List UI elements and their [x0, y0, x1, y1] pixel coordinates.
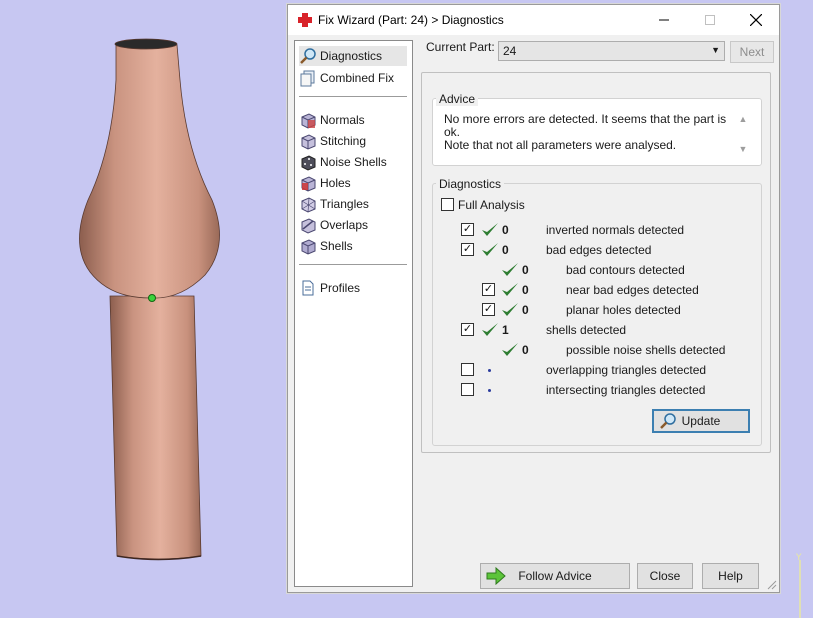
nav-item-normals[interactable]: Normals	[299, 110, 407, 130]
wizard-nav: Diagnostics Combined Fix Normals Stitchi…	[294, 40, 413, 587]
window-title: Fix Wizard (Part: 24) > Diagnostics	[318, 13, 504, 27]
triangles-icon	[301, 197, 316, 213]
nav-item-noise-shells[interactable]: Noise Shells	[299, 152, 407, 172]
full-analysis-label: Full Analysis	[458, 198, 525, 212]
advice-title: Advice	[436, 92, 479, 106]
pending-dot-icon	[488, 369, 491, 372]
check-icon	[502, 303, 518, 316]
noise-shells-label: possible noise shells detected	[566, 343, 726, 357]
axis-indicator: Y	[795, 552, 805, 618]
intersecting-triangles-label: intersecting triangles detected	[546, 383, 706, 397]
cube-normals-icon	[301, 113, 316, 129]
intersecting-triangles-checkbox[interactable]	[461, 383, 474, 396]
planar-holes-count: 0	[522, 303, 529, 317]
check-icon	[502, 283, 518, 296]
advice-line-1: No more errors are detected. It seems th…	[444, 112, 727, 139]
nav-item-triangles[interactable]: Triangles	[299, 194, 407, 214]
nav-separator	[299, 96, 407, 97]
follow-advice-button[interactable]: Follow Advice	[480, 563, 630, 589]
check-icon	[502, 263, 518, 276]
pages-icon	[300, 70, 315, 87]
cube-stitch-icon	[301, 134, 316, 150]
nav-separator	[299, 264, 407, 265]
nav-item-combined-fix[interactable]: Combined Fix	[299, 68, 407, 88]
overlapping-triangles-checkbox[interactable]	[461, 363, 474, 376]
close-button[interactable]: Close	[637, 563, 693, 589]
svg-text:Y: Y	[795, 553, 802, 563]
bad-contours-label: bad contours detected	[566, 263, 685, 277]
document-icon	[302, 280, 314, 296]
overlapping-triangles-label: overlapping triangles detected	[546, 363, 707, 377]
chevron-down-icon: ▼	[711, 45, 720, 55]
bad-edges-label: bad edges detected	[546, 243, 652, 257]
nav-item-shells[interactable]: Shells	[299, 236, 407, 256]
update-button[interactable]: Update	[652, 409, 750, 433]
nav-item-stitching[interactable]: Stitching	[299, 131, 407, 151]
shells-count: 1	[502, 323, 509, 337]
cube-holes-icon	[301, 176, 316, 192]
advice-line-2: Note that not all parameters were analys…	[444, 138, 677, 152]
inverted-normals-label: inverted normals detected	[546, 223, 685, 237]
current-part-label: Current Part:	[426, 40, 495, 54]
fix-wizard-window: Fix Wizard (Part: 24) > Diagnostics Diag…	[287, 4, 780, 593]
overlaps-icon	[301, 218, 316, 234]
nav-item-overlaps[interactable]: Overlaps	[299, 215, 407, 235]
nav-item-holes[interactable]: Holes	[299, 173, 407, 193]
shells-label: shells detected	[546, 323, 627, 337]
diagnostics-panel: Advice No more errors are detected. It s…	[421, 72, 771, 453]
close-icon	[750, 14, 762, 26]
noise-shells-count: 0	[522, 343, 529, 357]
full-analysis-checkbox[interactable]	[441, 198, 454, 211]
check-icon	[482, 223, 498, 236]
check-icon	[482, 323, 498, 336]
near-bad-edges-count: 0	[522, 283, 529, 297]
advice-scrollbar[interactable]: ▲ ▼	[736, 114, 750, 164]
help-button[interactable]: Help	[702, 563, 759, 589]
scroll-up-icon[interactable]: ▲	[736, 114, 750, 124]
shells-icon	[301, 239, 316, 255]
bad-contours-count: 0	[522, 263, 529, 277]
diagnostics-title: Diagnostics	[436, 177, 505, 191]
minimize-icon	[659, 19, 669, 21]
advice-text: No more errors are detected. It seems th…	[444, 113, 729, 152]
planar-holes-label: planar holes detected	[566, 303, 681, 317]
red-cross-icon	[298, 13, 312, 27]
near-bad-edges-checkbox[interactable]: ✓	[482, 283, 495, 296]
magnifier-icon	[660, 413, 676, 429]
inverted-normals-count: 0	[502, 223, 509, 237]
check-icon	[482, 243, 498, 256]
minimize-button[interactable]	[641, 5, 687, 35]
near-bad-edges-label: near bad edges detected	[566, 283, 699, 297]
shells-checkbox[interactable]: ✓	[461, 323, 474, 336]
follow-advice-label: Follow Advice	[518, 569, 592, 583]
bad-edges-count: 0	[502, 243, 509, 257]
nav-item-diagnostics[interactable]: Diagnostics	[299, 46, 407, 66]
planar-holes-checkbox[interactable]: ✓	[482, 303, 495, 316]
3d-model[interactable]	[0, 0, 280, 618]
maximize-icon	[705, 15, 715, 25]
arrow-right-icon	[486, 567, 506, 585]
next-button[interactable]: Next	[730, 41, 774, 63]
pending-dot-icon	[488, 389, 491, 392]
update-label: Update	[681, 414, 721, 428]
resize-grip-icon[interactable]	[767, 580, 777, 590]
inverted-normals-checkbox[interactable]: ✓	[461, 223, 474, 236]
current-part-value: 24	[503, 44, 517, 58]
close-window-button[interactable]	[733, 5, 779, 35]
maximize-button[interactable]	[687, 5, 733, 35]
nav-item-profiles[interactable]: Profiles	[299, 278, 407, 298]
scroll-down-icon[interactable]: ▼	[736, 144, 750, 154]
dice-icon	[301, 155, 316, 171]
current-part-select[interactable]: 24 ▼	[498, 41, 725, 61]
title-bar[interactable]: Fix Wizard (Part: 24) > Diagnostics	[288, 5, 779, 35]
magnifier-icon	[300, 48, 316, 64]
check-icon	[502, 343, 518, 356]
bad-edges-checkbox[interactable]: ✓	[461, 243, 474, 256]
